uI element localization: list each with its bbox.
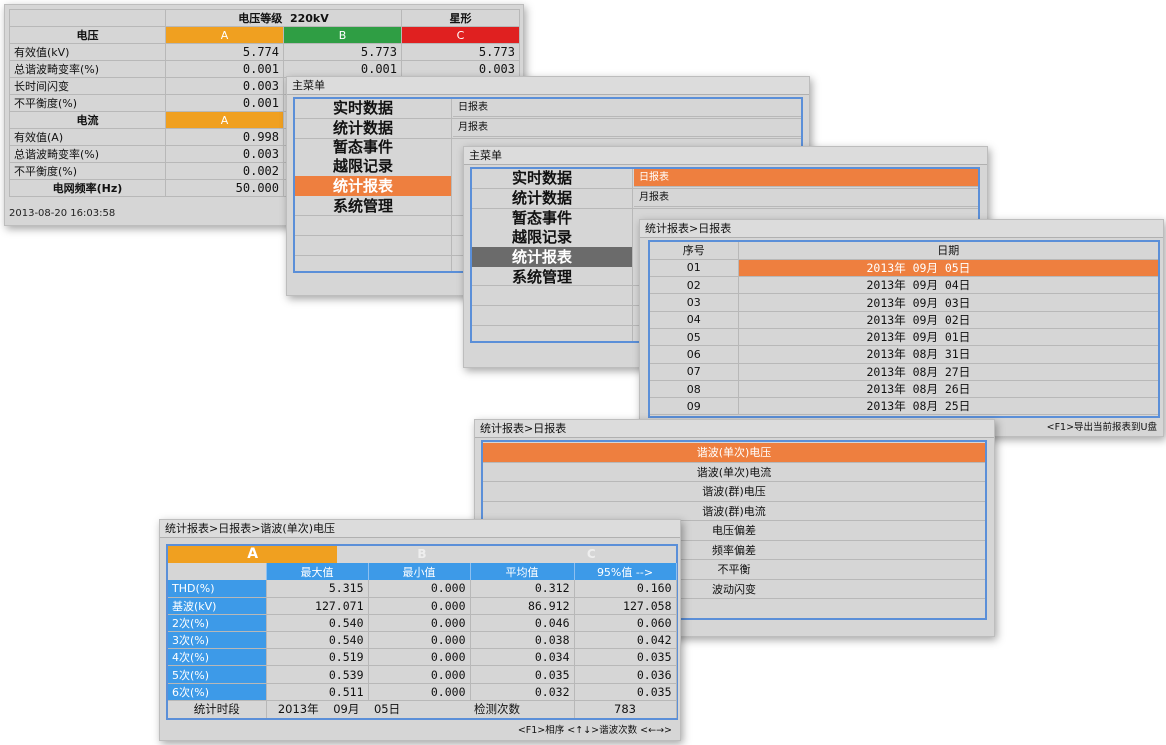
list-item[interactable]: 04 2013年 09月 02日	[650, 311, 1158, 329]
menu-item-statistics-report[interactable]: 统计报表	[333, 176, 393, 196]
table-row: THD(%) 5.315 0.000 0.312 0.160	[168, 580, 677, 598]
column-header-date: 日期	[738, 242, 1158, 260]
grid-frequency-value: 50.000	[165, 179, 284, 197]
list-item[interactable]: 07 2013年 08月 27日	[650, 363, 1158, 381]
period-value: 2013年 09月 05日	[277, 702, 401, 717]
table-row: 有效值(kV) 5.774 5.773 5.773	[9, 43, 520, 61]
phase-tabs: A B C	[168, 546, 676, 563]
table-row: 3次(%) 0.540 0.000 0.038 0.042	[168, 631, 677, 650]
panel-title: 统计报表>日报表	[475, 420, 994, 438]
footer-hint: <F1>相序 <↑↓>谐波次数 <←→>	[517, 725, 672, 736]
table-row: 基波(kV) 127.071 0.000 86.912 127.058	[168, 597, 677, 615]
list-item[interactable]: 03 2013年 09月 03日	[650, 293, 1158, 312]
list-item[interactable]: 06 2013年 08月 31日	[650, 345, 1158, 364]
column-header-index: 序号	[650, 242, 739, 260]
table-row: 5次(%) 0.539 0.000 0.035 0.036	[168, 665, 677, 684]
list-item[interactable]: 08 2013年 08月 26日	[650, 380, 1158, 399]
phase-a-header: A	[165, 26, 284, 44]
panel-title: 统计报表>日报表	[640, 220, 1163, 238]
tab-phase-a[interactable]: A	[168, 546, 338, 563]
summary-row: 统计时段 2013年 09月 05日 检测次数 783	[168, 700, 677, 718]
current-phase-a-header: A	[165, 111, 284, 129]
column-header-max: 最大值	[266, 563, 369, 580]
panel-title: 统计报表>日报表>谐波(单次)电压	[160, 520, 680, 538]
report-option-harmonic-current[interactable]: 谐波(单次)电流	[483, 463, 985, 482]
menu-item-realtime-data[interactable]: 实时数据	[512, 168, 572, 188]
report-option-harmonic-voltage[interactable]: 谐波(单次)电压	[483, 443, 985, 463]
menu-item-statistics[interactable]: 统计数据	[512, 188, 572, 208]
menu-item-limit-records[interactable]: 越限记录	[333, 156, 393, 176]
period-label: 统计时段	[168, 700, 267, 718]
menu-item-transient-events[interactable]: 暂态事件	[512, 208, 572, 228]
date-list-table: 序号 日期 01 2013年 09月 05日 02 2013年 09月 04日 03…	[650, 242, 1158, 416]
harmonic-voltage-report-panel: 统计报表>日报表>谐波(单次)电压 A B C 最大值 最小值 平均值 95%值…	[159, 519, 681, 741]
menu-item-statistics-report[interactable]: 统计报表	[512, 247, 572, 267]
menu-item-statistics[interactable]: 统计数据	[333, 118, 393, 138]
list-item[interactable]: 05 2013年 09月 01日	[650, 328, 1158, 347]
menu-item-system-management[interactable]: 系统管理	[333, 196, 393, 216]
panel-title: 主菜单	[287, 77, 809, 95]
report-option-group-harmonic-voltage[interactable]: 谐波(群)电压	[483, 482, 985, 502]
column-header-avg: 平均值	[470, 563, 575, 580]
submenu-monthly-report[interactable]: 月报表	[453, 119, 801, 137]
submenu-daily-report[interactable]: 日报表	[453, 99, 801, 117]
menu-item-system-management[interactable]: 系统管理	[512, 267, 572, 287]
list-item[interactable]: 01 2013年 09月 05日	[650, 259, 1158, 278]
count-value: 783	[574, 700, 677, 718]
tab-phase-c[interactable]: C	[507, 546, 676, 563]
timestamp: 2013-08-20 16:03:58	[9, 208, 116, 219]
table-row: 总谐波畸变率(%) 0.001 0.001 0.003	[9, 60, 520, 78]
panel-title: 主菜单	[464, 147, 987, 165]
menu-item-limit-records[interactable]: 越限记录	[512, 227, 572, 247]
submenu-monthly-report[interactable]: 月报表	[634, 189, 978, 207]
voltage-section-title: 电压	[9, 26, 166, 44]
menu-item-realtime-data[interactable]: 实时数据	[333, 98, 393, 118]
daily-report-list-panel: 统计报表>日报表 序号 日期 01 2013年 09月 05日 02 2013年 0…	[639, 219, 1164, 437]
submenu-daily-report[interactable]: 日报表	[634, 169, 978, 187]
footer-hint: <F1>导出当前报表到U盘	[1046, 422, 1157, 433]
table-row: 6次(%) 0.511 0.000 0.032 0.035	[168, 683, 677, 701]
tab-phase-b[interactable]: B	[337, 546, 506, 563]
grid-frequency-label: 电网频率(Hz)	[9, 179, 166, 197]
phase-b-header: B	[283, 26, 402, 44]
menu-item-transient-events[interactable]: 暂态事件	[333, 137, 393, 157]
column-header-min: 最小值	[368, 563, 471, 580]
current-section-title: 电流	[9, 111, 166, 129]
list-item[interactable]: 02 2013年 09月 04日	[650, 276, 1158, 295]
count-label: 检测次数	[470, 700, 575, 718]
table-row: 4次(%) 0.519 0.000 0.034 0.035	[168, 648, 677, 667]
column-header-p95: 95%值 -->	[574, 563, 677, 580]
voltage-level: 电压等级 220kV	[165, 9, 402, 27]
phase-c-header: C	[401, 26, 520, 44]
table-row: 2次(%) 0.540 0.000 0.046 0.060	[168, 614, 677, 633]
wiring-mode: 星形	[401, 9, 520, 27]
list-item[interactable]: 09 2013年 08月 25日	[650, 397, 1158, 416]
harmonic-data-table: 最大值 最小值 平均值 95%值 --> THD(%) 5.315 0.000 0.3…	[168, 563, 677, 718]
